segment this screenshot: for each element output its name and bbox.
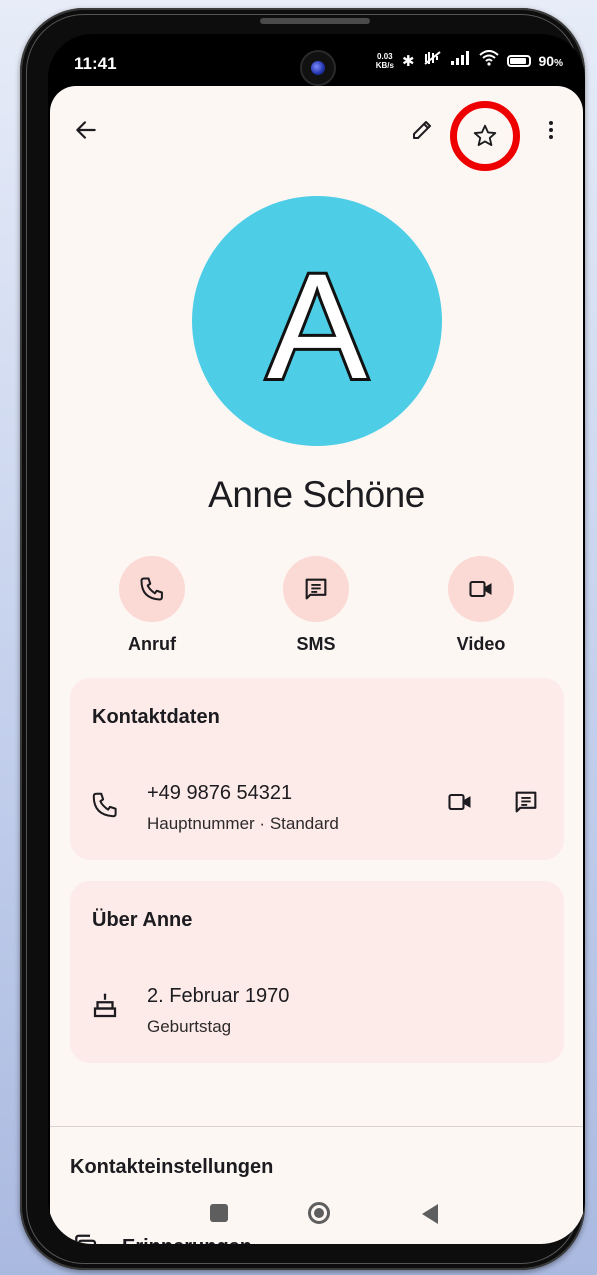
more-options-button[interactable] xyxy=(531,110,571,150)
contact-details-app: A Anne Schöne Anruf SMS Video Kontaktdat… xyxy=(50,86,583,1244)
favorite-button[interactable] xyxy=(465,116,505,156)
reminders-icon xyxy=(75,1234,97,1244)
section-divider xyxy=(50,1126,583,1127)
contact-settings-heading: Kontakteinstellungen xyxy=(70,1156,274,1178)
arrow-left-icon xyxy=(76,121,96,139)
avatar-initial: A xyxy=(264,239,370,413)
phone-row-icon xyxy=(90,790,120,825)
svg-text:A: A xyxy=(267,242,367,410)
earpiece xyxy=(260,18,370,24)
sms-action-label: SMS xyxy=(296,634,336,654)
bluetooth-icon: ✱ xyxy=(401,52,415,70)
status-time: 11:41 xyxy=(74,54,117,73)
contact-avatar: A xyxy=(192,196,442,446)
mute-vibrate-icon xyxy=(423,50,443,71)
sms-action-circle[interactable] xyxy=(283,556,349,622)
cake-icon xyxy=(90,991,120,1026)
front-camera xyxy=(300,50,336,86)
message-icon xyxy=(305,578,327,600)
contact-info-card: Kontaktdaten +49 9876 54321 Hauptnummer … xyxy=(70,678,564,860)
phone-icon xyxy=(92,792,117,818)
signal-icon xyxy=(450,51,471,70)
birthday-date: 2. Februar 1970 xyxy=(147,985,290,1007)
battery-percent: 90% xyxy=(538,52,563,69)
about-card: Über Anne 2. Februar 1970 Geburtstag xyxy=(70,881,564,1063)
system-back-button[interactable] xyxy=(422,1204,438,1224)
more-vert-icon xyxy=(549,121,553,139)
battery-icon xyxy=(506,54,531,67)
star-outline-icon xyxy=(473,124,497,147)
contact-name: Anne Schöne xyxy=(208,474,425,515)
back-button[interactable] xyxy=(66,110,106,150)
phone-icon xyxy=(140,577,163,601)
birthday-label: Geburtstag xyxy=(147,1017,232,1036)
sms-action[interactable]: SMS xyxy=(266,556,366,655)
message-icon xyxy=(515,791,537,813)
status-bar: 11:41 0.03 KB/s ✱ 90% xyxy=(48,34,585,86)
contact-info-title: Kontaktdaten xyxy=(92,706,220,728)
phone-number[interactable]: +49 9876 54321 xyxy=(147,782,292,805)
net-speed: 0.03 KB/s xyxy=(375,51,394,70)
videocam-icon xyxy=(469,580,492,598)
call-action-label: Anruf xyxy=(128,634,176,654)
call-action-circle[interactable] xyxy=(119,556,185,622)
call-action[interactable]: Anruf xyxy=(102,556,202,655)
videocam-icon xyxy=(448,793,471,811)
reminders-label: Erinnerungen xyxy=(122,1236,252,1245)
video-call-number-button[interactable] xyxy=(440,782,480,822)
reminders-row[interactable]: Erinnerungen xyxy=(70,1232,252,1244)
message-number-button[interactable] xyxy=(506,782,546,822)
video-action[interactable]: Video xyxy=(431,556,531,655)
video-action-label: Video xyxy=(456,634,506,654)
about-card-title: Über Anne xyxy=(92,909,193,931)
recents-button[interactable] xyxy=(210,1204,228,1222)
pencil-icon xyxy=(413,121,431,139)
wifi-icon xyxy=(478,50,499,71)
video-action-circle[interactable] xyxy=(448,556,514,622)
edit-button[interactable] xyxy=(402,110,442,150)
home-button[interactable] xyxy=(308,1202,330,1224)
phone-screen: 11:41 0.03 KB/s ✱ 90% A Anne Schöne Anru… xyxy=(48,34,585,1244)
status-icons: 0.03 KB/s ✱ 90% xyxy=(376,50,563,71)
phone-type: Hauptnummer · Standard xyxy=(147,814,339,833)
